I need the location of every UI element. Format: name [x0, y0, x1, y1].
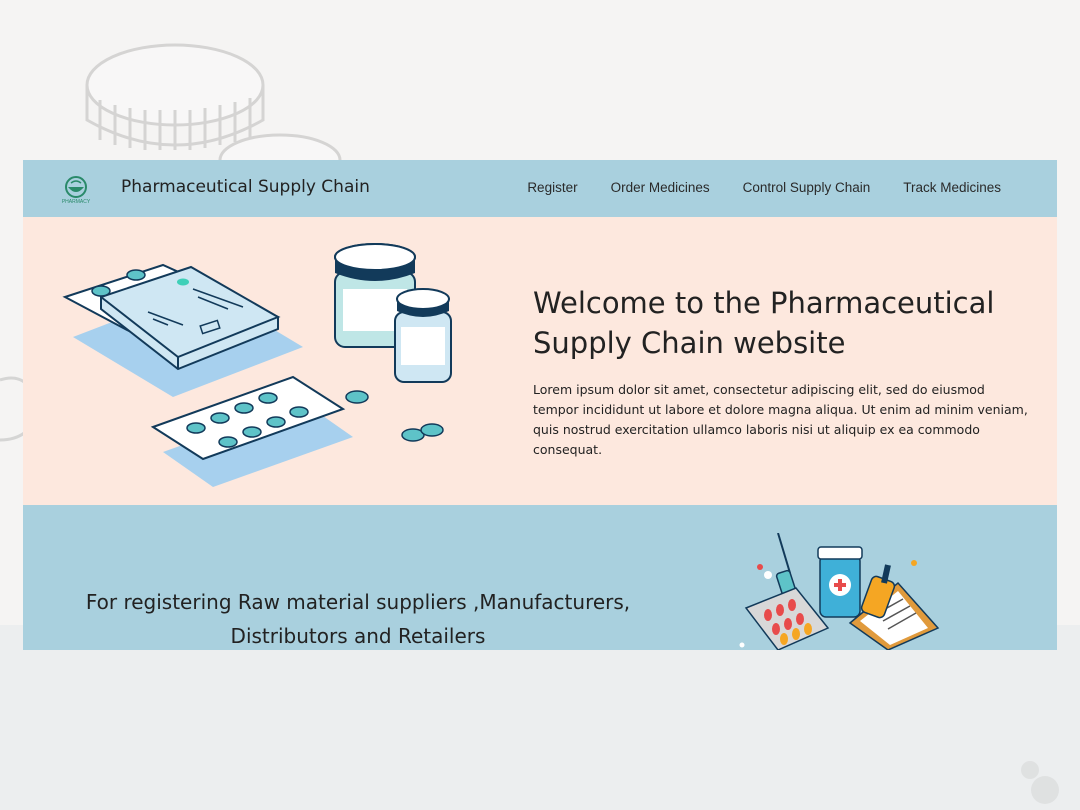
medicine-illustration — [62, 243, 452, 487]
hero-section: Welcome to the Pharmaceutical Supply Cha… — [23, 217, 1057, 505]
nav-link-control-supply-chain[interactable]: Control Supply Chain — [743, 180, 871, 195]
register-description: For registering Raw material suppliers ,… — [85, 590, 631, 648]
register-section: For registering Raw material suppliers ,… — [23, 505, 1057, 650]
logo-label: PHARMACY — [62, 199, 91, 205]
medical-supplies-illustration — [739, 533, 940, 650]
navbar: PHARMACY Pharmaceutical Supply Chain Reg… — [23, 160, 1057, 217]
hero-description: Lorem ipsum dolor sit amet, consectetur … — [533, 382, 1028, 457]
nav-link-order-medicines[interactable]: Order Medicines — [611, 180, 710, 195]
main-nav: Register Order Medicines Control Supply … — [527, 180, 1001, 195]
nav-link-register[interactable]: Register — [527, 180, 577, 195]
site-brand-title[interactable]: Pharmaceutical Supply Chain — [121, 177, 370, 197]
nav-link-track-medicines[interactable]: Track Medicines — [903, 180, 1001, 195]
hero-title: Welcome to the Pharmaceutical Supply Cha… — [533, 286, 995, 360]
website-frame: PHARMACY Pharmaceutical Supply Chain Reg… — [23, 160, 1057, 650]
pharmacy-logo-icon[interactable]: PHARMACY — [56, 175, 96, 205]
